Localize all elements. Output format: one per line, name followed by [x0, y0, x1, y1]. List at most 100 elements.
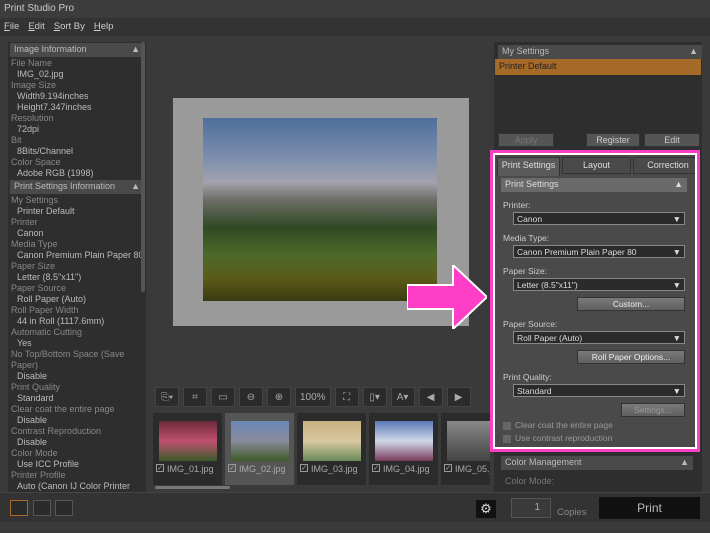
- media-type-label: Media Type:: [503, 233, 550, 243]
- image-info-header[interactable]: Image Information ▲: [10, 43, 144, 57]
- select-value: Standard: [517, 386, 552, 396]
- roll-paper-options-button[interactable]: Roll Paper Options...: [577, 350, 685, 364]
- checkbox-checked-icon[interactable]: ✓: [228, 464, 236, 472]
- clear-coat-checkbox[interactable]: Clear coat the entire page: [503, 420, 613, 431]
- fit-button[interactable]: ▭: [211, 387, 235, 407]
- layout-view-left-icon[interactable]: [33, 500, 51, 516]
- rotate-button[interactable]: ⎘▾: [155, 387, 179, 407]
- info-label: File Name: [11, 58, 53, 68]
- my-settings-header[interactable]: My Settings ▲: [498, 45, 702, 59]
- collapse-icon[interactable]: ▲: [680, 457, 689, 469]
- collapse-icon[interactable]: ▲: [689, 46, 698, 58]
- printer-select[interactable]: Canon ▼: [513, 212, 685, 225]
- print-settings-highlight: Print Settings Layout Correction Print S…: [490, 150, 700, 452]
- menu-bar: File Edit Sort By Help: [0, 18, 710, 36]
- paper-source-select[interactable]: Roll Paper (Auto) ▼: [513, 331, 685, 344]
- thumbnail[interactable]: ✓ IMG_02.jpg: [225, 413, 294, 485]
- checkbox-checked-icon[interactable]: ✓: [156, 464, 164, 472]
- pointer-arrow-icon: [407, 265, 487, 329]
- custom-button[interactable]: Custom...: [577, 297, 685, 311]
- chevron-down-icon: ▼: [672, 214, 681, 224]
- info-value: Height7.347inches: [17, 102, 92, 112]
- my-settings-item[interactable]: Printer Default: [495, 59, 701, 75]
- print-quality-label: Print Quality:: [503, 372, 552, 382]
- print-info-list: My Settings Printer Default Printer Canon Me…: [8, 195, 146, 492]
- zoom-in-button[interactable]: ⊕: [267, 387, 291, 407]
- media-type-select[interactable]: Canon Premium Plain Paper 80 ▼: [513, 245, 685, 258]
- thumbnail[interactable]: ✓ IMG_01.jpg: [153, 413, 222, 485]
- thumbnail-scrollbar[interactable]: [155, 486, 230, 489]
- checkbox-checked-icon[interactable]: ✓: [372, 464, 380, 472]
- thumbnail-image: [230, 421, 289, 461]
- info-label: Resolution: [11, 113, 54, 123]
- info-value: Yes: [17, 338, 32, 348]
- chevron-down-icon: ▼: [672, 333, 681, 343]
- text-button[interactable]: A▾: [390, 387, 415, 407]
- zoom-select[interactable]: 100%: [295, 387, 331, 407]
- thumbnail[interactable]: ✓IMG_05.jpg: [441, 413, 490, 485]
- paper-size-label: Paper Size:: [503, 266, 547, 276]
- menu-help[interactable]: Help: [94, 21, 114, 33]
- register-button[interactable]: Register: [586, 133, 640, 147]
- layout-view-right-icon[interactable]: [55, 500, 73, 516]
- thumbnail-strip: ✓ IMG_01.jpg ✓ IMG_02.jpg ✓ IMG_03.jpg ✓ IMG_04…: [153, 413, 490, 485]
- printer-label: Printer:: [503, 200, 531, 210]
- menu-edit[interactable]: Edit: [28, 21, 44, 33]
- thumbnail-image: [374, 421, 433, 461]
- info-value: Auto (Canon IJ Color Printer: [17, 481, 131, 491]
- info-label: No Top/Bottom Space (Save Paper): [11, 349, 125, 370]
- thumbnail-label: IMG_03.jpg: [311, 464, 358, 474]
- info-value: 44 in Roll (1117.6mm): [17, 316, 105, 326]
- tab-print-settings[interactable]: Print Settings: [497, 157, 560, 176]
- select-value: Letter (8.5"x11"): [517, 280, 578, 290]
- thumbnail-label: IMG_04.jpg: [383, 464, 430, 474]
- next-button[interactable]: ▶: [446, 387, 471, 407]
- print-quality-select[interactable]: Standard ▼: [513, 384, 685, 397]
- quality-settings-button[interactable]: Settings...: [621, 403, 685, 417]
- color-mode-label: Color Mode:: [505, 476, 555, 486]
- info-label: Print Quality: [11, 382, 61, 392]
- thumbnail[interactable]: ✓ IMG_04.jpg: [369, 413, 438, 485]
- edit-button[interactable]: Edit: [644, 133, 700, 147]
- info-value: Printer Default: [17, 206, 75, 216]
- checkbox-checked-icon[interactable]: ✓: [444, 464, 452, 472]
- paper-size-select[interactable]: Letter (8.5"x11") ▼: [513, 278, 685, 291]
- photo-preview[interactable]: [203, 118, 437, 301]
- tab-correction[interactable]: Correction: [633, 157, 695, 174]
- apply-button[interactable]: Apply: [498, 133, 554, 147]
- print-info-header[interactable]: Print Settings Information ▲: [10, 180, 144, 194]
- info-value: 8Bits/Channel: [17, 146, 74, 156]
- info-value: Use ICC Profile: [17, 459, 80, 469]
- layout-view-bottom-icon[interactable]: [10, 500, 28, 516]
- menu-file[interactable]: File: [4, 21, 19, 33]
- contrast-checkbox[interactable]: Use contrast reproduction: [503, 433, 612, 444]
- info-value: Disable: [17, 371, 48, 381]
- thumbnail-image: [446, 421, 490, 461]
- checkbox-label: Use contrast reproduction: [515, 433, 613, 443]
- page-button[interactable]: ▯▾: [362, 387, 387, 407]
- collapse-icon[interactable]: ▲: [131, 181, 140, 193]
- left-scrollbar[interactable]: [141, 42, 145, 292]
- collapse-icon[interactable]: ▲: [131, 44, 140, 56]
- info-label: Roll Paper Width: [11, 305, 79, 315]
- prev-button[interactable]: ◀: [418, 387, 443, 407]
- info-label: Clear coat the entire page: [11, 404, 115, 414]
- zoom-out-button[interactable]: ⊖: [239, 387, 263, 407]
- thumbnail-image: [302, 421, 361, 461]
- chevron-down-icon: ▼: [672, 280, 681, 290]
- color-management-header[interactable]: Color Management ▲: [501, 456, 693, 470]
- info-panel: Image Information ▲ File Name IMG_02.jpg Im…: [8, 42, 146, 492]
- print-button[interactable]: Print: [599, 497, 700, 519]
- thumbnail[interactable]: ✓ IMG_03.jpg: [297, 413, 366, 485]
- tab-layout[interactable]: Layout: [562, 157, 631, 174]
- print-settings-header[interactable]: Print Settings ▲: [501, 178, 687, 192]
- crop-button[interactable]: ⌗: [183, 387, 207, 407]
- thumbnail-label: IMG_05.jpg: [455, 464, 490, 474]
- gear-icon[interactable]: ⚙: [476, 500, 496, 518]
- checkbox-checked-icon[interactable]: ✓: [300, 464, 308, 472]
- fullscreen-button[interactable]: ⛶: [334, 387, 359, 407]
- collapse-icon[interactable]: ▲: [674, 179, 683, 191]
- menu-sort-by[interactable]: Sort By: [54, 21, 85, 33]
- copies-input[interactable]: 1: [511, 498, 551, 518]
- info-label: Color Space: [11, 157, 61, 167]
